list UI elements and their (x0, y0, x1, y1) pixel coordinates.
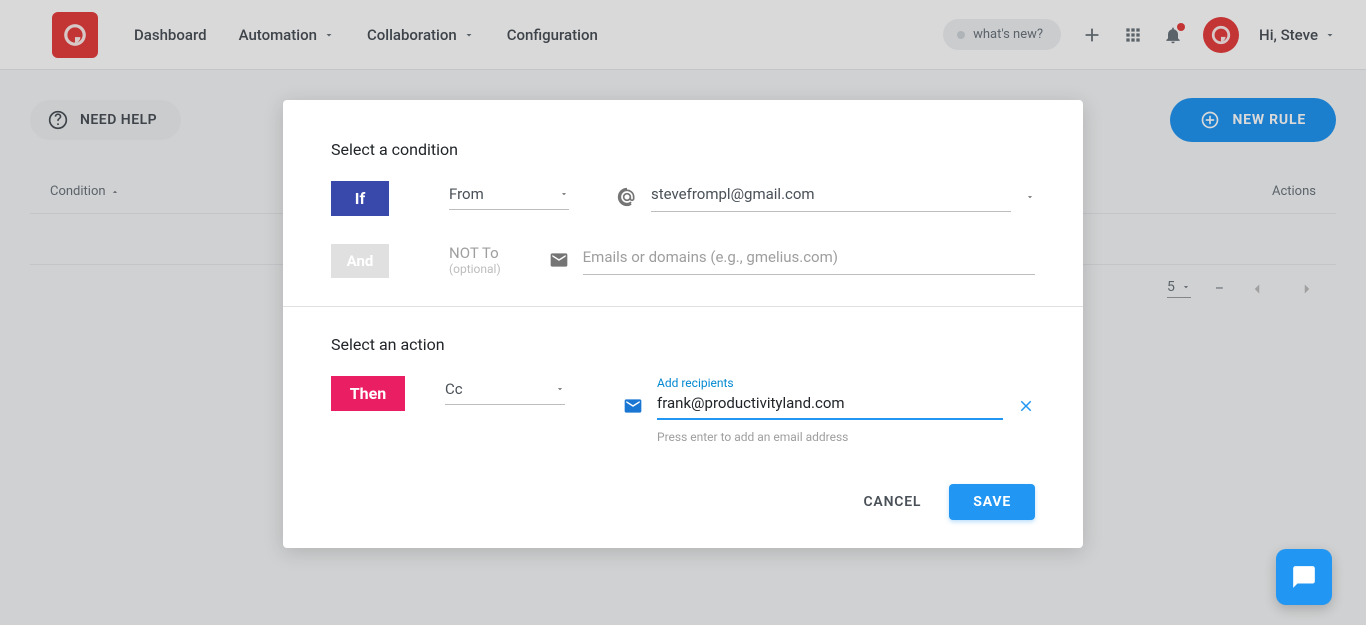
not-to-input[interactable] (583, 244, 1035, 275)
mail-icon (623, 396, 643, 416)
then-action-row: Then Cc Add recipients Press enter to ad… (331, 376, 1035, 444)
from-select[interactable]: From (449, 181, 569, 210)
and-condition-row: And NOT To (optional) (331, 244, 1035, 278)
then-tag: Then (331, 376, 405, 411)
chevron-down-icon (555, 384, 565, 394)
and-tag: And (331, 244, 389, 278)
rule-modal: Select a condition If From And NOT To (o… (283, 100, 1083, 548)
clear-icon[interactable] (1017, 397, 1035, 415)
action-section-title: Select an action (331, 335, 1035, 354)
save-button[interactable]: SAVE (949, 484, 1035, 520)
if-tag: If (331, 181, 389, 216)
not-to-label: NOT To (optional) (449, 244, 501, 276)
chat-button[interactable] (1276, 549, 1332, 605)
recipients-input[interactable] (657, 392, 1003, 420)
recipients-label: Add recipients (657, 376, 1035, 390)
condition-section-title: Select a condition (331, 140, 1035, 159)
mail-icon (549, 250, 569, 270)
modal-overlay: Select a condition If From And NOT To (o… (0, 0, 1366, 625)
cancel-button[interactable]: CANCEL (863, 494, 921, 510)
cc-select[interactable]: Cc (445, 376, 565, 405)
divider (283, 306, 1083, 307)
chat-icon (1291, 564, 1317, 590)
from-email-input[interactable] (651, 181, 1011, 212)
chevron-down-icon[interactable] (1025, 192, 1035, 202)
recipients-helper: Press enter to add an email address (657, 430, 1035, 444)
modal-footer: CANCEL SAVE (331, 484, 1035, 520)
chevron-down-icon (559, 189, 569, 199)
if-condition-row: If From (331, 181, 1035, 216)
at-icon (617, 187, 637, 207)
